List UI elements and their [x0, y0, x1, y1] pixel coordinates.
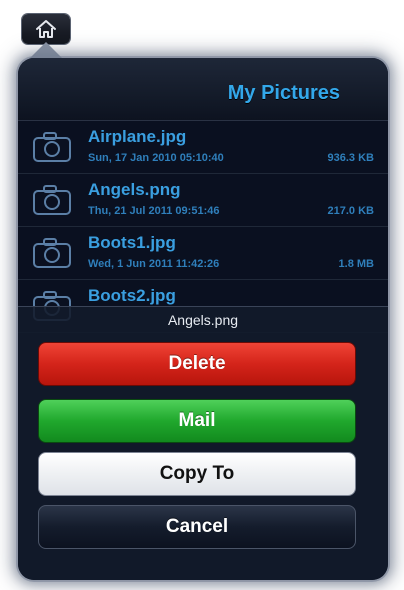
file-date: Wed, 1 Jun 2011 11:42:26: [88, 258, 220, 270]
file-date: Sun, 17 Jan 2010 05:10:40: [88, 152, 224, 164]
mail-button[interactable]: Mail: [38, 399, 356, 443]
list-item[interactable]: Boots1.jpg Wed, 1 Jun 2011 11:42:26 1.8 …: [18, 227, 388, 280]
file-size: 936.3 KB: [327, 152, 374, 164]
list-item[interactable]: Airplane.jpg Sun, 17 Jan 2010 05:10:40 9…: [18, 121, 388, 174]
copy-to-button[interactable]: Copy To: [38, 452, 356, 496]
home-icon: [35, 19, 57, 39]
file-name: Angels.png: [88, 180, 181, 199]
action-sheet-title: Angels.png: [167, 312, 239, 328]
home-button[interactable]: [22, 14, 70, 44]
file-browser-popover: My Pictures Airplane.jpg Sun, 17 Jan 201…: [18, 58, 388, 580]
camera-icon: [32, 237, 72, 274]
screen: My Pictures Airplane.jpg Sun, 17 Jan 201…: [0, 0, 404, 590]
file-list: Airplane.jpg Sun, 17 Jan 2010 05:10:40 9…: [18, 121, 388, 333]
file-size: 217.0 KB: [327, 205, 374, 217]
page-title: My Pictures: [227, 82, 340, 104]
action-sheet: Angels.png Delete Mail Copy To Cancel: [18, 306, 388, 580]
cancel-button[interactable]: Cancel: [38, 505, 356, 549]
file-name: Boots1.jpg: [88, 233, 176, 252]
header-bar: My Pictures: [18, 58, 388, 121]
file-date: Thu, 21 Jul 2011 09:51:46: [88, 205, 220, 217]
file-name: Boots2.jpg: [88, 286, 176, 305]
delete-button[interactable]: Delete: [38, 342, 356, 386]
list-item[interactable]: Angels.png Thu, 21 Jul 2011 09:51:46 217…: [18, 174, 388, 227]
file-name: Airplane.jpg: [88, 127, 187, 146]
camera-icon: [32, 184, 72, 221]
file-size: 1.8 MB: [338, 258, 374, 270]
camera-icon: [32, 131, 72, 168]
